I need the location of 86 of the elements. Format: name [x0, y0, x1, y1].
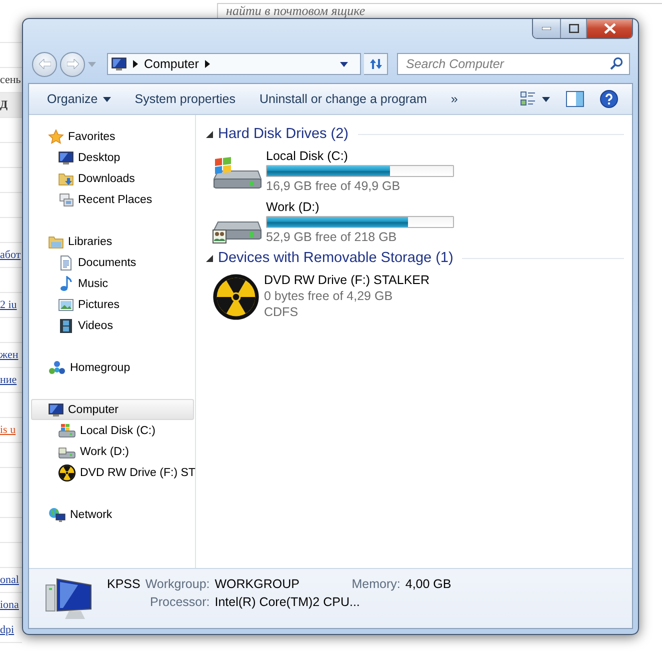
refresh-button[interactable]	[364, 53, 388, 75]
page-link[interactable]: 2 iu	[0, 299, 17, 311]
minimize-button[interactable]	[533, 19, 560, 38]
nav-item[interactable]: Local Disk (C:)	[31, 420, 194, 441]
history-caret-icon	[88, 62, 96, 66]
page-link[interactable]: is u	[0, 424, 16, 436]
group-heading[interactable]: Devices with Removable Storage (1)	[218, 250, 454, 266]
detail-value: 4,00 GB	[405, 577, 452, 591]
nav-item[interactable]: Pictures	[31, 294, 194, 315]
forward-arrow-icon	[66, 59, 78, 69]
dropdown-caret-icon	[340, 62, 348, 66]
desktop-icon	[58, 150, 74, 166]
computer-name: KPSS	[107, 577, 140, 591]
detail-value: Intel(R) Core(TM)2 CPU...	[214, 595, 361, 609]
toolbar-button[interactable]: Uninstall or change a program	[251, 88, 435, 110]
star-icon	[48, 128, 64, 144]
close-icon	[604, 23, 616, 34]
mail-search-field[interactable]: найти в почтовом ящике	[217, 3, 662, 18]
maximize-button[interactable]	[560, 19, 586, 38]
nav-item[interactable]: Downloads	[31, 168, 194, 189]
nav-item[interactable]: Documents	[31, 252, 194, 273]
nav-item[interactable]: Libraries	[31, 231, 194, 252]
drive-name[interactable]: DVD RW Drive (F:) STALKER	[264, 273, 430, 287]
breadcrumb-arrow-icon	[133, 60, 138, 68]
radiation-disc-icon	[58, 464, 76, 482]
forward-button[interactable]	[60, 52, 85, 76]
drive-name[interactable]: Local Disk (C:)	[266, 149, 454, 163]
detail-label: Processor:	[149, 595, 210, 609]
picture-icon	[58, 296, 74, 312]
page-link[interactable]: абот	[0, 249, 21, 261]
free-space-text: 0 bytes free of 4,29 GB	[264, 289, 394, 303]
page-link[interactable]: iona	[0, 599, 19, 611]
refresh-arrows-icon	[368, 58, 382, 70]
maximize-icon	[568, 24, 578, 33]
free-space-text: 16,9 GB free of 49,9 GB	[266, 179, 402, 193]
caret-icon	[542, 96, 550, 102]
nav-item[interactable]: Network	[31, 504, 194, 525]
breadcrumb[interactable]: Computer	[144, 57, 199, 71]
detail-label: Workgroup:	[145, 577, 210, 591]
page-link[interactable]: жен	[0, 349, 18, 361]
page-text: сень	[0, 74, 21, 86]
toolbar-button[interactable]: System properties	[126, 88, 244, 110]
system-drive-icon	[58, 422, 76, 438]
network-icon	[48, 506, 66, 522]
nav-item[interactable]: Music	[31, 273, 194, 294]
address-bar[interactable]: Computer	[107, 53, 361, 75]
group-heading[interactable]: Hard Disk Drives (2)	[218, 126, 349, 142]
detail-value: WORKGROUP	[214, 577, 300, 591]
nav-item[interactable]: Homegroup	[31, 357, 194, 378]
close-button[interactable]	[586, 19, 632, 38]
detail-label: Memory:	[352, 577, 400, 591]
radiation-disc-icon	[212, 273, 260, 321]
page-link[interactable]: onal	[0, 574, 19, 586]
minimize-icon	[542, 27, 551, 30]
drive-name[interactable]: Work (D:)	[266, 200, 454, 214]
more-commands-button[interactable]: »	[442, 88, 466, 110]
search-icon	[610, 57, 623, 70]
shared-drive-icon	[212, 221, 262, 244]
nav-item[interactable]: Favorites	[31, 126, 194, 147]
library-folder-icon	[48, 234, 64, 250]
download-folder-icon	[58, 170, 74, 186]
page-link[interactable]: dpi	[0, 624, 14, 636]
page-heading: Д	[0, 99, 8, 111]
nav-item[interactable]: DVD RW Drive (F:) ST	[31, 462, 196, 483]
computer-icon	[111, 56, 127, 72]
back-button[interactable]	[32, 52, 57, 76]
music-note-icon	[58, 276, 74, 292]
free-space-text: 52,9 GB free of 218 GB	[266, 230, 398, 244]
homegroup-icon	[48, 360, 66, 376]
nav-item[interactable]: Work (D:)	[31, 441, 194, 462]
nav-item[interactable]: Computer	[31, 399, 194, 420]
view-list-icon	[520, 91, 536, 107]
document-icon	[58, 254, 74, 270]
toolbar-button[interactable]: Organize	[39, 88, 119, 110]
file-system-text: CDFS	[264, 305, 300, 319]
nav-item[interactable]: Videos	[31, 315, 194, 336]
film-icon	[58, 318, 74, 334]
search-field[interactable]: Search Computer	[397, 53, 630, 75]
breadcrumb-arrow-icon	[204, 60, 210, 68]
nav-item[interactable]: Desktop	[31, 147, 194, 168]
recent-places-icon	[58, 192, 74, 208]
page-link[interactable]: ние	[0, 374, 17, 386]
nav-item[interactable]: Recent Places	[31, 189, 194, 210]
caret-icon	[102, 96, 111, 102]
computer-icon	[48, 402, 64, 418]
back-arrow-icon	[38, 59, 50, 69]
